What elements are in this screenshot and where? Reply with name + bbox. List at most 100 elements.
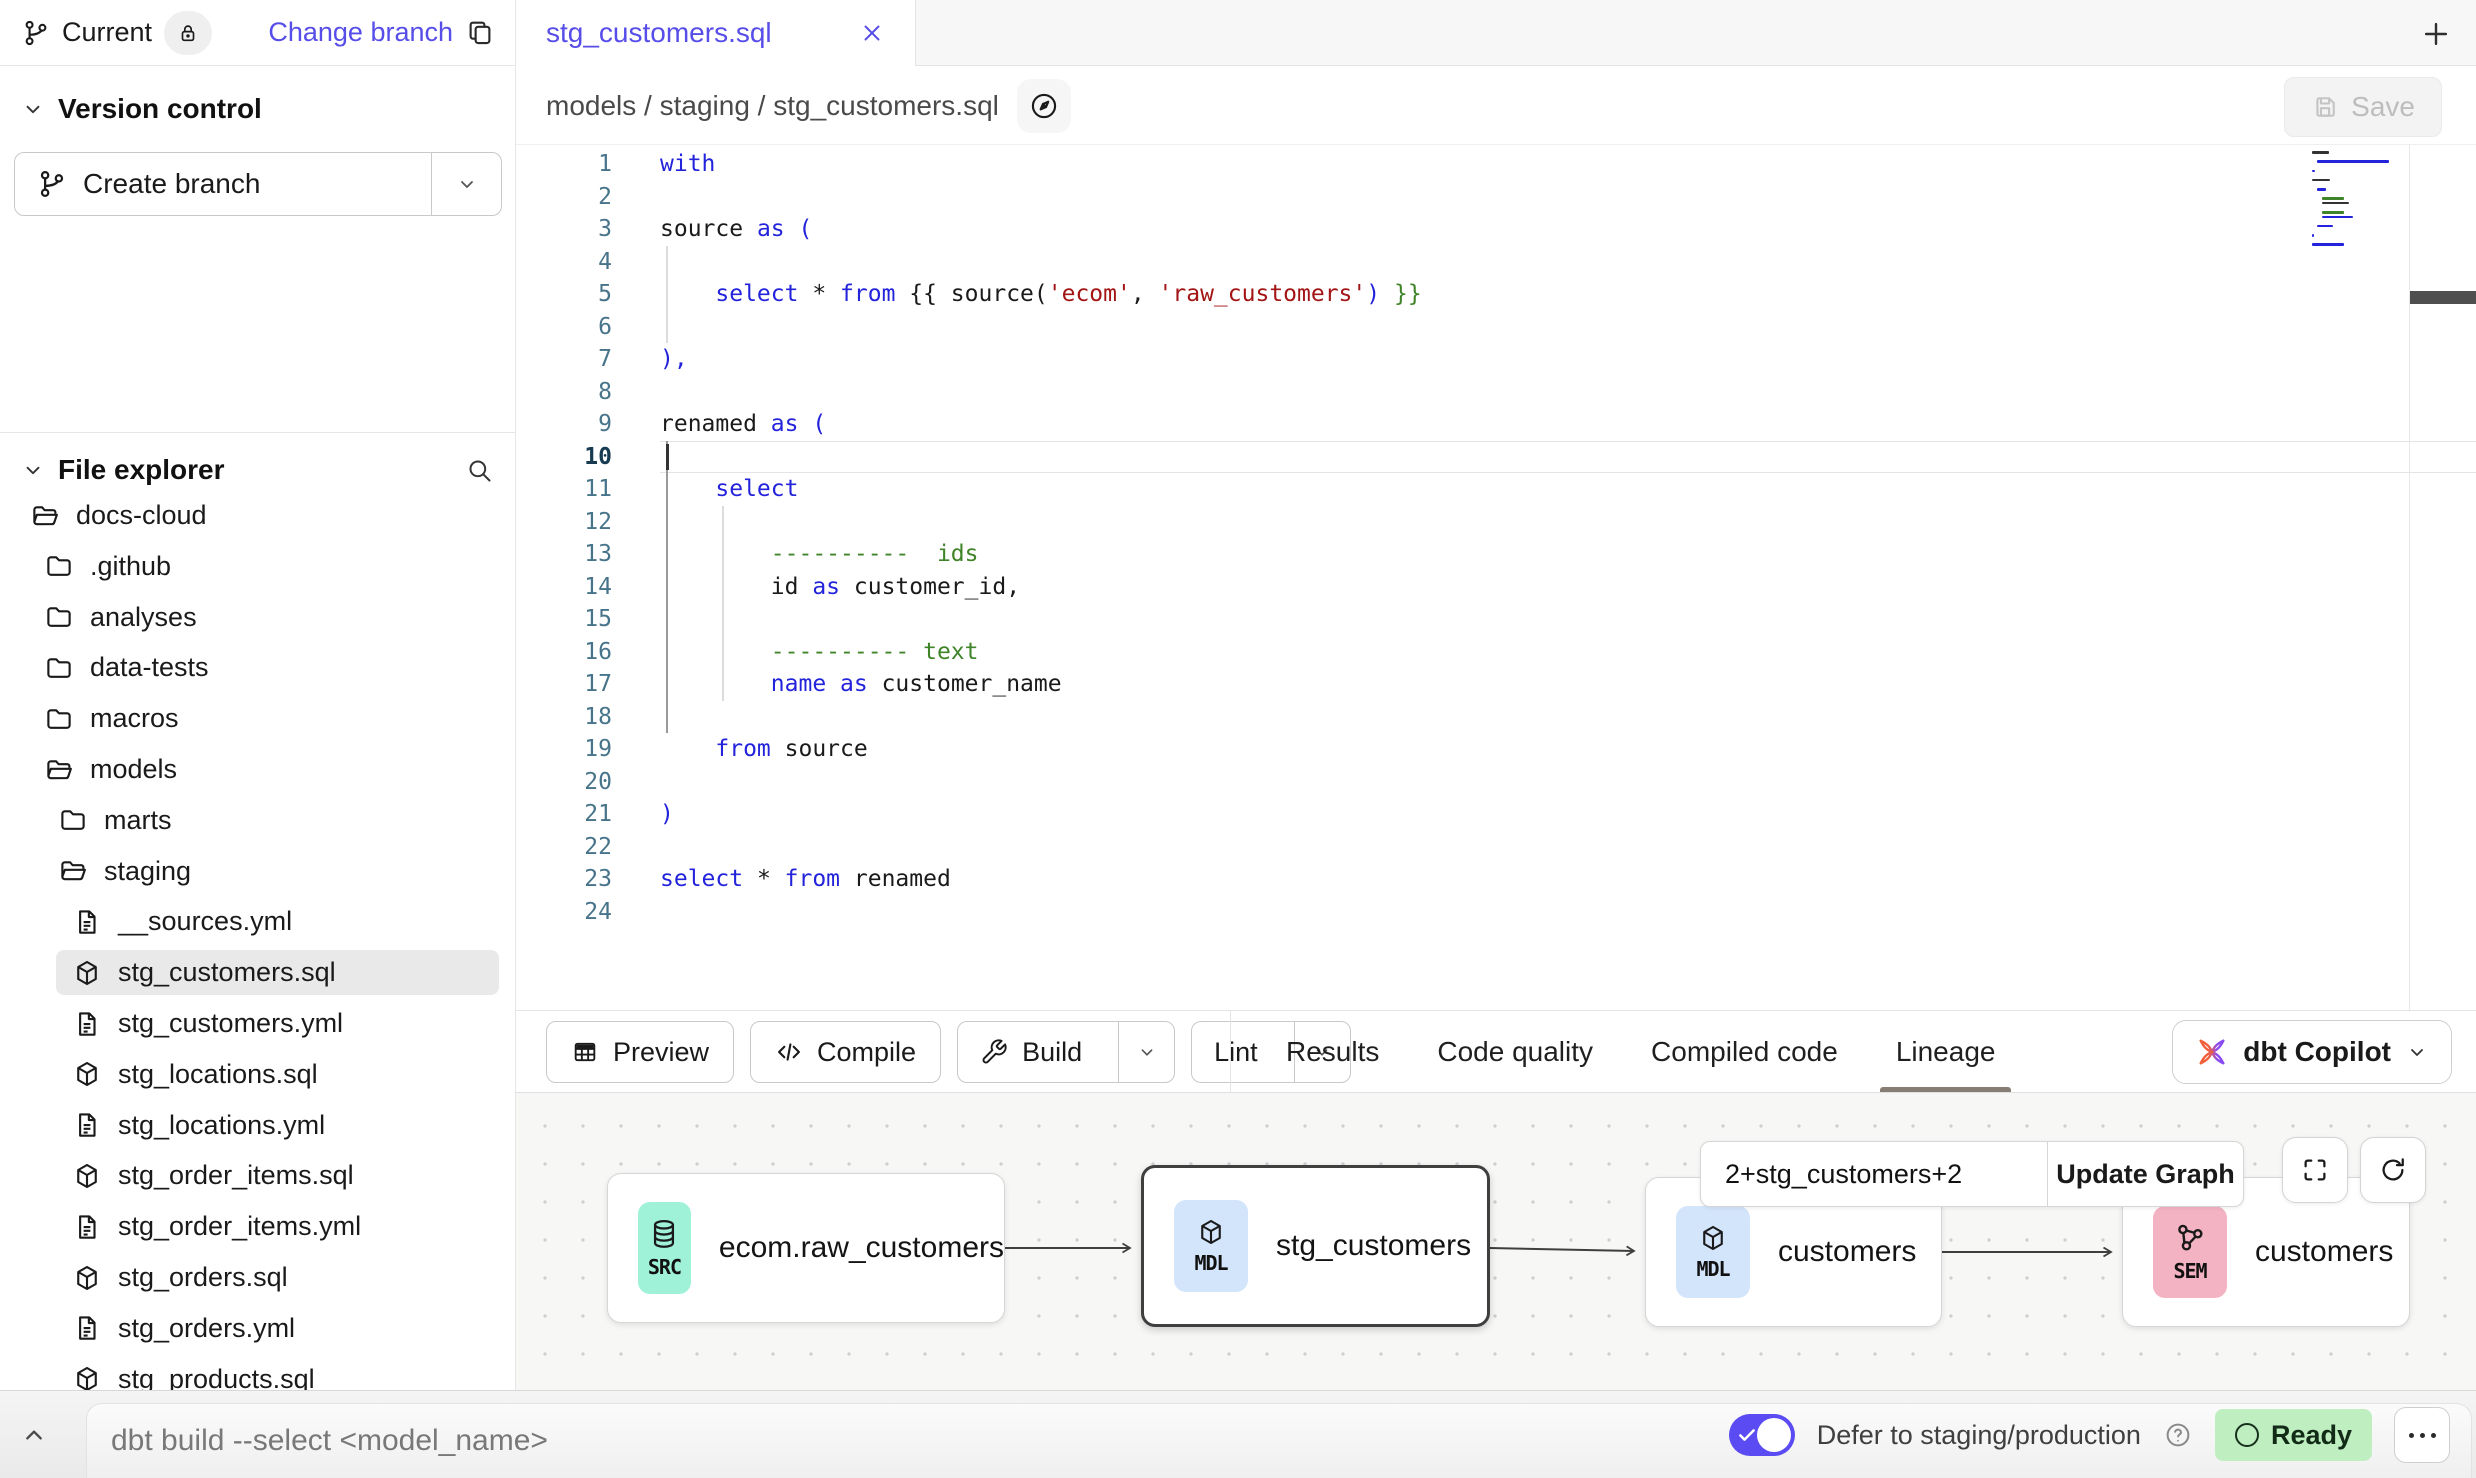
code-line-13[interactable]: 13 ---------- ids [516, 538, 2476, 571]
code-line-12[interactable]: 12 [516, 506, 2476, 539]
build-button[interactable]: Build [957, 1021, 1175, 1083]
file-tree-item--github[interactable]: .github [0, 543, 515, 590]
file-tree-item-stg-orders-sql[interactable]: stg_orders.sql [0, 1254, 515, 1301]
preview-button[interactable]: Preview [546, 1021, 734, 1083]
file-tree-item-data-tests[interactable]: data-tests [0, 644, 515, 691]
file-tree-item-macros[interactable]: macros [0, 695, 515, 742]
copy-icon[interactable] [465, 18, 495, 48]
code-line-11[interactable]: 11 select [516, 473, 2476, 506]
code-line-20[interactable]: 20 [516, 766, 2476, 799]
lineage-canvas[interactable]: SRCecom.raw_customersMDLstg_customersMDL… [516, 1092, 2476, 1390]
file-tree-item-marts[interactable]: marts [0, 797, 515, 844]
docs-chip[interactable] [1017, 79, 1071, 133]
save-button[interactable]: Save [2284, 77, 2442, 137]
file-tree-item-stg-locations-yml[interactable]: stg_locations.yml [0, 1102, 515, 1149]
code-line-10[interactable]: 10 [516, 441, 2476, 474]
file-tree-item-stg-customers-sql[interactable]: stg_customers.sql [0, 949, 515, 996]
create-branch-dropdown[interactable] [431, 153, 501, 215]
version-control-label: Version control [58, 93, 262, 125]
tab-stg-customers-sql[interactable]: stg_customers.sql [516, 0, 916, 66]
close-icon[interactable] [859, 20, 885, 46]
code-line-7[interactable]: 7), [516, 343, 2476, 376]
wrench-icon [980, 1038, 1008, 1066]
search-icon[interactable] [465, 456, 493, 484]
panel-tab-results[interactable]: Results [1286, 1011, 1379, 1093]
line-number: 9 [516, 411, 612, 437]
file-tree-item-label: models [90, 754, 177, 785]
panel-tab-label: Code quality [1437, 1036, 1593, 1068]
code-line-2[interactable]: 2 [516, 181, 2476, 214]
code-line-15[interactable]: 15 [516, 603, 2476, 636]
file-tree-item-analyses[interactable]: analyses [0, 594, 515, 641]
code-line-8[interactable]: 8 [516, 376, 2476, 409]
more-options-button[interactable] [2394, 1407, 2450, 1463]
file-tree-item-staging[interactable]: staging [0, 848, 515, 895]
refresh-button[interactable] [2360, 1137, 2426, 1203]
code-line-17[interactable]: 17 name as customer_name [516, 668, 2476, 701]
code-line-22[interactable]: 22 [516, 831, 2476, 864]
compile-button[interactable]: Compile [750, 1021, 941, 1083]
change-branch-link[interactable]: Change branch [268, 17, 453, 48]
scrollbar-handle[interactable] [2410, 291, 2476, 304]
code-text: source as ( [660, 213, 2476, 246]
branch-header: Current Change branch [0, 0, 515, 66]
defer-toggle[interactable] [1729, 1414, 1795, 1456]
folder-open-icon [30, 501, 60, 531]
file-tree-item-models[interactable]: models [0, 746, 515, 793]
folder-icon [44, 653, 74, 683]
code-text [660, 441, 2476, 474]
file-tree-item-stg-customers-yml[interactable]: stg_customers.yml [0, 1000, 515, 1047]
code-line-5[interactable]: 5 select * from {{ source('ecom', 'raw_c… [516, 278, 2476, 311]
create-branch-button[interactable]: Create branch [14, 152, 502, 216]
code-line-1[interactable]: 1with [516, 148, 2476, 181]
file-tree-item-stg-order-items-yml[interactable]: stg_order_items.yml [0, 1203, 515, 1250]
file-tree-item-stg-products-sql[interactable]: stg_products.sql [0, 1356, 515, 1390]
file-tree-item-stg-locations-sql[interactable]: stg_locations.sql [0, 1051, 515, 1098]
version-control-header[interactable]: Version control [0, 86, 515, 132]
panel-tab-lineage[interactable]: Lineage [1896, 1011, 1996, 1093]
code-line-24[interactable]: 24 [516, 896, 2476, 929]
dbt-copilot-button[interactable]: dbt Copilot [2172, 1020, 2452, 1084]
code-line-6[interactable]: 6 [516, 311, 2476, 344]
divider [1230, 1011, 1231, 1092]
panel-tabs: Results Code quality Compiled code Lineage [1286, 1011, 1995, 1093]
panel-tab-code-quality[interactable]: Code quality [1437, 1011, 1593, 1093]
code-line-21[interactable]: 21) [516, 798, 2476, 831]
code-line-14[interactable]: 14 id as customer_id, [516, 571, 2476, 604]
lineage-node-stg-customers[interactable]: MDLstg_customers [1141, 1165, 1490, 1327]
status-bar: dbt build --select <model_name> Defer to… [0, 1390, 2476, 1478]
line-number: 2 [516, 184, 612, 210]
file-tree-item-docs-cloud[interactable]: docs-cloud [0, 492, 515, 539]
git-branch-icon [37, 169, 67, 199]
git-branch-icon [22, 19, 50, 47]
create-branch-label: Create branch [83, 168, 260, 200]
new-tab-button[interactable] [2416, 14, 2456, 54]
help-icon[interactable] [2163, 1420, 2193, 1450]
file-tree-item-label: stg_customers.sql [118, 957, 336, 988]
code-line-16[interactable]: 16 ---------- text [516, 636, 2476, 669]
file-tree-item--sources-yml[interactable]: __sources.yml [0, 898, 515, 945]
file-tree-item-stg-orders-yml[interactable]: stg_orders.yml [0, 1305, 515, 1352]
cube-icon [1698, 1223, 1728, 1253]
lineage-node-ecom-raw-customers[interactable]: SRCecom.raw_customers [607, 1173, 1005, 1323]
build-dropdown[interactable] [1118, 1022, 1174, 1082]
code-line-9[interactable]: 9renamed as ( [516, 408, 2476, 441]
panel-tab-compiled-code[interactable]: Compiled code [1651, 1011, 1838, 1093]
cube-icon [72, 1161, 102, 1191]
chevron-up-icon[interactable] [18, 1419, 50, 1451]
code-line-23[interactable]: 23select * from renamed [516, 863, 2476, 896]
file-tree-item-stg-order-items-sql[interactable]: stg_order_items.sql [0, 1152, 515, 1199]
code-line-18[interactable]: 18 [516, 701, 2476, 734]
lineage-selector-input[interactable]: 2+stg_customers+2 [1701, 1142, 2047, 1206]
code-text: name as customer_name [660, 668, 2476, 701]
file-icon [72, 1009, 102, 1039]
code-line-19[interactable]: 19 from source [516, 733, 2476, 766]
code-line-3[interactable]: 3source as ( [516, 213, 2476, 246]
update-graph-button[interactable]: Update Graph [2047, 1142, 2243, 1206]
fullscreen-button[interactable] [2282, 1137, 2348, 1203]
file-explorer-header[interactable]: File explorer [0, 446, 515, 494]
node-label: customers [2255, 1235, 2393, 1269]
cube-icon [72, 1059, 102, 1089]
code-line-4[interactable]: 4 [516, 246, 2476, 279]
code-editor[interactable]: 1with 2 3source as (45 select * from {{ so… [516, 145, 2476, 1010]
